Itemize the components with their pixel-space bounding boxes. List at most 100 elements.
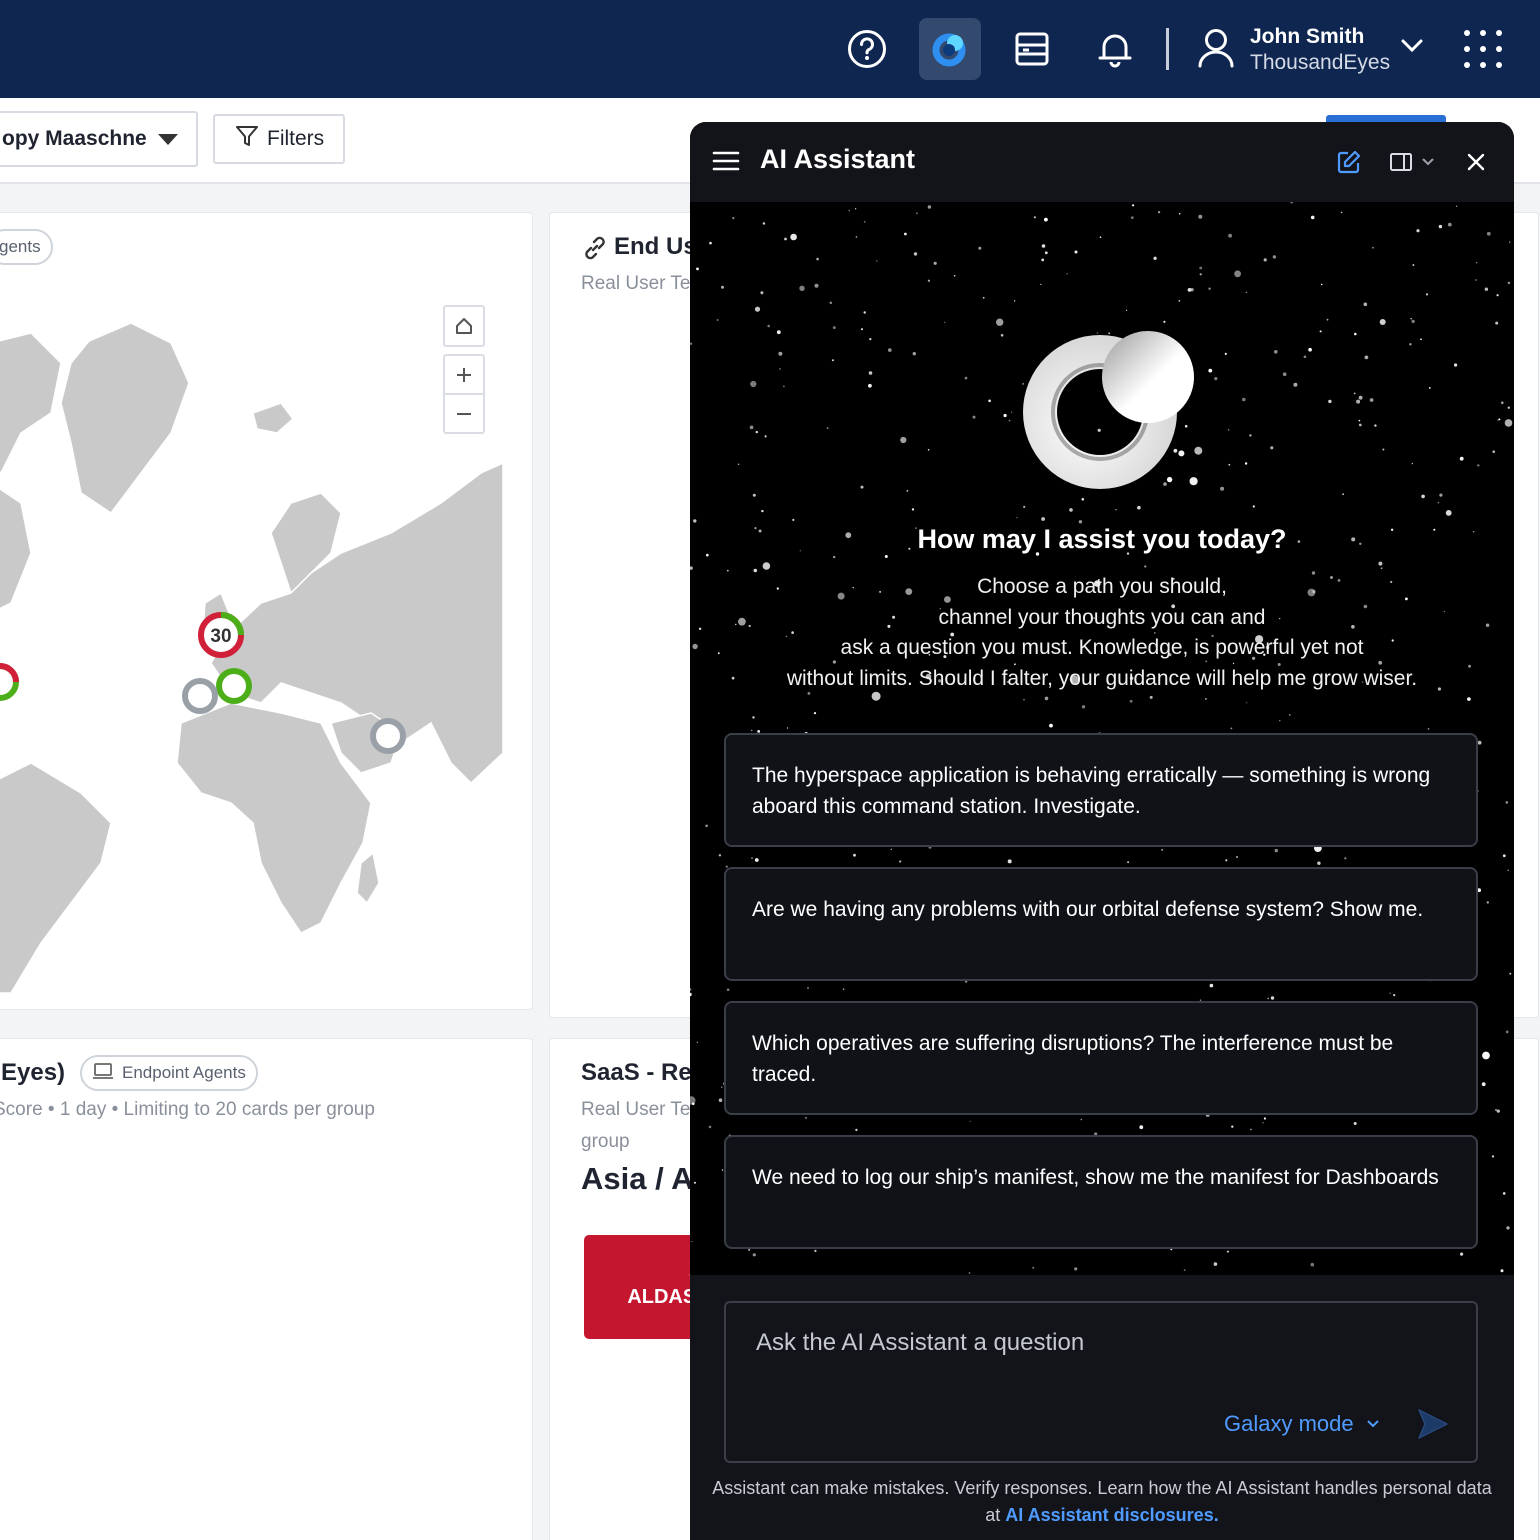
star bbox=[1011, 411, 1013, 413]
chevron-down-icon bbox=[1366, 1420, 1379, 1428]
suggested-prompt[interactable]: Are we having any problems with our orbi… bbox=[724, 867, 1478, 981]
star bbox=[751, 857, 753, 860]
help-icon[interactable] bbox=[836, 18, 898, 80]
star bbox=[1227, 429, 1230, 431]
endpoint-card-subtitle: Score • 1 day • Limiting to 20 cards per… bbox=[0, 1099, 375, 1120]
new-chat-edit-icon[interactable] bbox=[1334, 144, 1364, 180]
star bbox=[1144, 565, 1147, 568]
map-home-button[interactable] bbox=[443, 305, 485, 347]
star bbox=[694, 1181, 696, 1184]
star bbox=[731, 676, 735, 680]
map-marker-green[interactable] bbox=[0, 657, 25, 707]
dashboard-icon[interactable] bbox=[1001, 18, 1063, 80]
disclosures-link[interactable]: AI Assistant disclosures. bbox=[1005, 1505, 1218, 1525]
star bbox=[1425, 293, 1429, 296]
star bbox=[860, 328, 864, 331]
close-icon[interactable] bbox=[1464, 144, 1488, 180]
star bbox=[752, 716, 755, 719]
star bbox=[833, 555, 836, 559]
star bbox=[1379, 319, 1386, 325]
world-map[interactable] bbox=[0, 303, 503, 1003]
user-menu[interactable]: John Smith ThousandEyes bbox=[1196, 20, 1424, 80]
question-input[interactable] bbox=[756, 1325, 1436, 1361]
star bbox=[1507, 869, 1509, 871]
filters-button[interactable]: Filters bbox=[213, 114, 345, 164]
star bbox=[988, 399, 991, 403]
star bbox=[1481, 1082, 1486, 1087]
star bbox=[1482, 1051, 1490, 1060]
star bbox=[1445, 510, 1452, 516]
map-marker-30[interactable]: 30 bbox=[191, 605, 251, 665]
panel-layout-icon bbox=[1390, 153, 1412, 171]
star bbox=[1007, 859, 1012, 864]
end-user-card-title: End Us bbox=[614, 233, 697, 260]
star bbox=[1234, 270, 1241, 278]
star bbox=[860, 485, 864, 489]
send-icon[interactable] bbox=[1416, 1407, 1450, 1446]
star bbox=[1231, 1125, 1234, 1128]
star bbox=[1023, 505, 1026, 508]
star bbox=[933, 261, 937, 265]
star bbox=[1263, 258, 1267, 262]
star bbox=[1246, 702, 1248, 704]
star bbox=[1127, 861, 1129, 863]
ai-assistant-icon[interactable] bbox=[919, 18, 981, 80]
star bbox=[1198, 214, 1203, 219]
star bbox=[1477, 464, 1480, 467]
star bbox=[732, 217, 735, 220]
star bbox=[1495, 1109, 1497, 1111]
star bbox=[1372, 246, 1374, 249]
suggested-prompt[interactable]: We need to log our ship’s manifest, show… bbox=[724, 1135, 1478, 1249]
star bbox=[752, 493, 756, 497]
star bbox=[1000, 334, 1004, 337]
star bbox=[1328, 399, 1332, 404]
composer-area: Galaxy mode Assistant can make mistakes.… bbox=[690, 1275, 1514, 1540]
star bbox=[855, 236, 858, 238]
suggested-prompt[interactable]: Which operatives are suffering disruptio… bbox=[724, 1001, 1478, 1115]
star bbox=[1380, 567, 1383, 570]
star bbox=[721, 285, 724, 289]
star bbox=[690, 342, 693, 345]
star bbox=[726, 569, 729, 572]
hamburger-menu-icon[interactable] bbox=[712, 150, 740, 177]
star bbox=[752, 1253, 756, 1257]
star bbox=[692, 643, 698, 650]
star bbox=[1272, 255, 1277, 259]
star bbox=[1270, 996, 1275, 1000]
dashboard-select[interactable]: opy Maaschne bbox=[0, 111, 198, 167]
map-marker-gray[interactable] bbox=[363, 711, 413, 761]
star bbox=[1252, 505, 1255, 508]
star bbox=[1502, 854, 1506, 858]
star bbox=[1342, 493, 1344, 496]
saas-card-subtitle: Real User Te bbox=[581, 1099, 691, 1120]
star bbox=[944, 321, 946, 324]
star bbox=[1358, 419, 1361, 422]
star bbox=[764, 435, 767, 438]
map-marker-gray[interactable] bbox=[175, 671, 225, 721]
apps-grid-icon[interactable] bbox=[1463, 29, 1503, 69]
star bbox=[750, 380, 757, 388]
layout-toggle-button[interactable] bbox=[1384, 144, 1440, 180]
star bbox=[783, 385, 785, 388]
star bbox=[1066, 273, 1068, 275]
star bbox=[1506, 1226, 1510, 1230]
mode-select[interactable]: Galaxy mode bbox=[1224, 1411, 1380, 1437]
zoom-out-button[interactable] bbox=[445, 395, 483, 432]
star bbox=[754, 306, 761, 312]
star bbox=[1496, 294, 1499, 297]
bell-icon[interactable] bbox=[1084, 18, 1146, 80]
suggested-prompt[interactable]: The hyperspace application is behaving e… bbox=[724, 733, 1478, 847]
star bbox=[705, 824, 708, 828]
star bbox=[1484, 287, 1489, 291]
star bbox=[1409, 343, 1412, 346]
star bbox=[1393, 994, 1396, 997]
star bbox=[1183, 1269, 1186, 1271]
star bbox=[1447, 222, 1452, 227]
star bbox=[1486, 901, 1489, 904]
zoom-in-button[interactable] bbox=[445, 356, 483, 395]
endpoint-card-title: Eyes) bbox=[1, 1059, 66, 1086]
star bbox=[755, 430, 758, 434]
star bbox=[1163, 320, 1166, 323]
star bbox=[1416, 229, 1420, 233]
star bbox=[760, 291, 764, 295]
